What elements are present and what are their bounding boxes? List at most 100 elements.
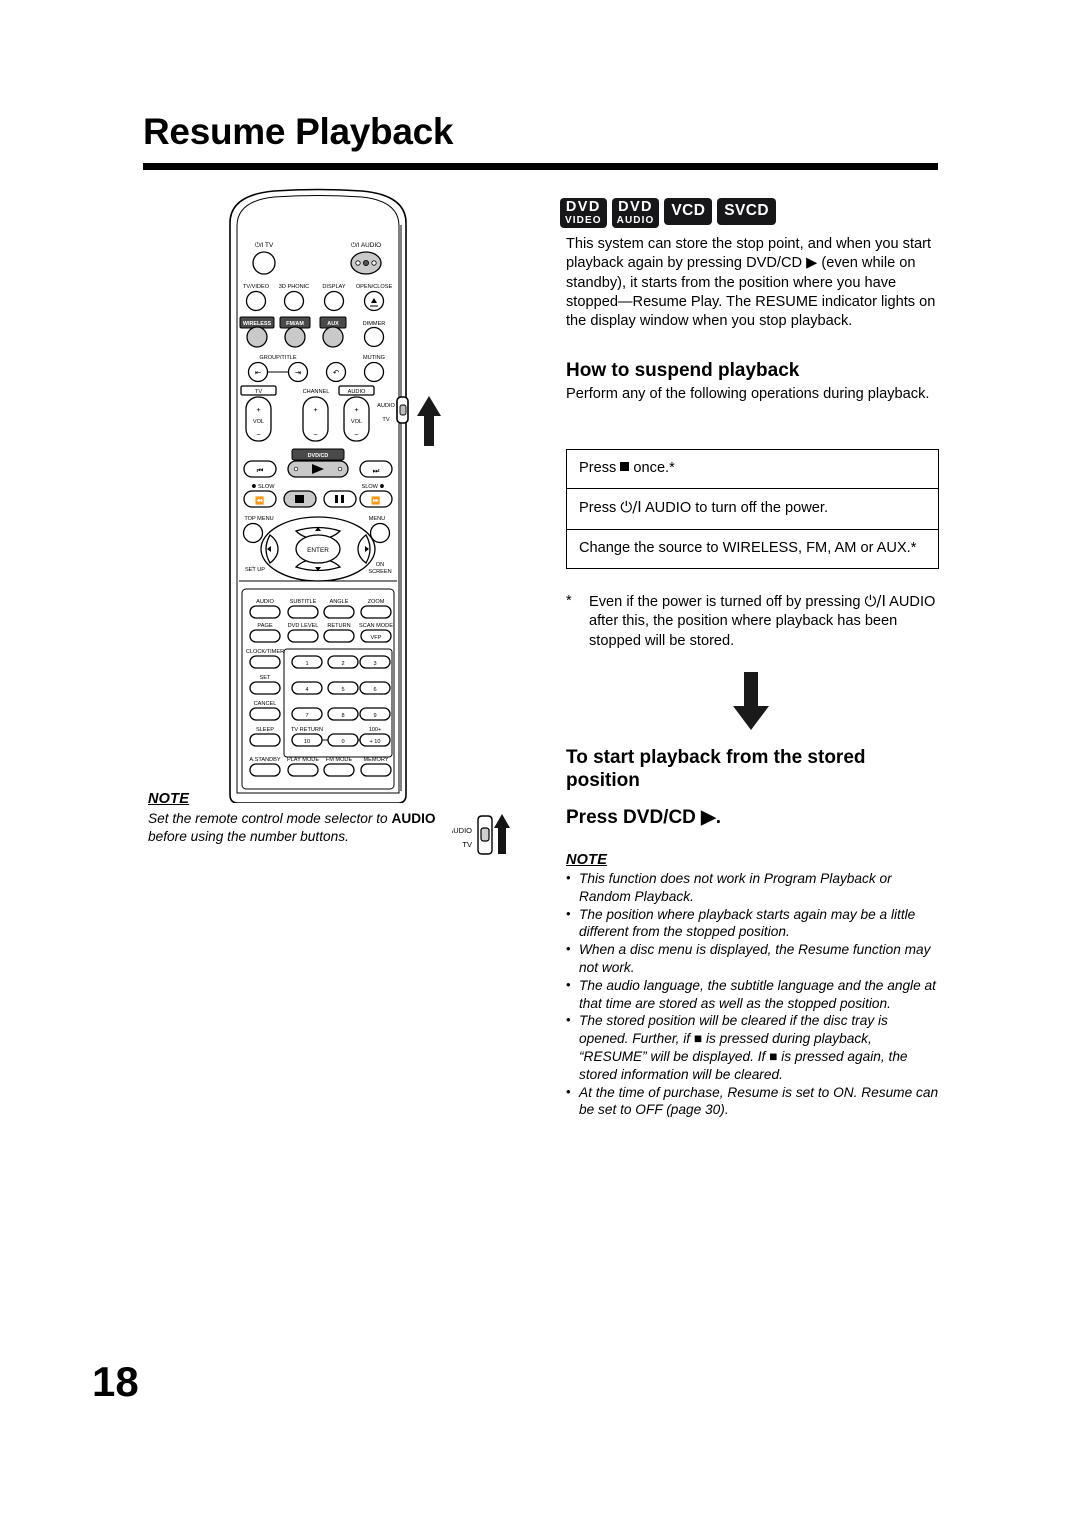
power-standby-icon: ⏻/I — [864, 592, 886, 610]
suspend-footnote: * Even if the power is turned off by pre… — [566, 592, 941, 651]
svg-text:10: 10 — [304, 739, 310, 745]
svg-text:ANGLE: ANGLE — [330, 599, 349, 605]
mode-switch-pointer-arrow — [414, 394, 444, 453]
list-item: This function does not work in Program P… — [566, 869, 941, 906]
table-row: Press once.* — [567, 450, 938, 490]
intro-paragraph: This system can store the stop point, an… — [566, 236, 936, 330]
svg-text:SLEEP: SLEEP — [256, 727, 274, 733]
flow-down-arrow — [729, 672, 773, 737]
svg-text:7: 7 — [305, 713, 308, 719]
svg-text:+: + — [354, 405, 358, 414]
remote-control-illustration: .bd { fill:#fff; stroke:#000; stroke-wid… — [208, 183, 448, 803]
svg-text:−: − — [256, 430, 260, 439]
svg-text:8: 8 — [341, 713, 344, 719]
svg-text:⏻/I AUDIO: ⏻/I AUDIO — [351, 242, 381, 249]
svg-text:3D PHONIC: 3D PHONIC — [279, 284, 309, 290]
svg-text:MEMORY: MEMORY — [363, 757, 388, 763]
mode-selector-tv-label: TV — [462, 840, 472, 849]
svg-text:⇤: ⇤ — [255, 368, 261, 377]
svg-text:OPEN/CLOSE: OPEN/CLOSE — [356, 284, 393, 290]
svg-text:⏮: ⏮ — [257, 466, 264, 475]
svg-text:2: 2 — [341, 661, 344, 667]
svg-text:⇥: ⇥ — [295, 368, 301, 377]
svg-text:SET: SET — [260, 675, 271, 681]
table-row: Press ⏻/I AUDIO to turn off the power. — [567, 489, 938, 530]
svg-text:AUDIO: AUDIO — [348, 389, 366, 395]
svg-text:ZOOM: ZOOM — [368, 599, 385, 605]
svg-text:9: 9 — [373, 713, 376, 719]
svg-text:FM/AM: FM/AM — [286, 321, 304, 327]
svg-text:DVD LEVEL: DVD LEVEL — [288, 623, 319, 629]
svg-text:CLOCK/TIMER: CLOCK/TIMER — [246, 649, 284, 655]
svg-text:PLAY MODE: PLAY MODE — [287, 757, 319, 763]
svg-text:⚈ SLOW: ⚈ SLOW — [251, 483, 275, 490]
svg-text:TV: TV — [255, 389, 262, 395]
svg-text:FM MODE: FM MODE — [326, 757, 353, 763]
svg-text:TOP MENU: TOP MENU — [244, 516, 273, 522]
stop-square-icon — [620, 462, 630, 471]
remote-mode-note: NOTE Set the remote control mode selecto… — [148, 791, 448, 847]
svg-text:+ 10: + 10 — [369, 739, 380, 745]
svg-text:SCREEN: SCREEN — [368, 569, 391, 575]
svg-text:⏩: ⏩ — [371, 496, 380, 505]
svg-text:ON: ON — [376, 562, 384, 568]
svg-text:ENTER: ENTER — [307, 547, 329, 554]
power-standby-icon: ⏻/I — [620, 498, 642, 517]
svg-text:5: 5 — [341, 687, 344, 693]
list-item: The position where playback starts again… — [566, 905, 941, 942]
svg-text:SET UP: SET UP — [245, 567, 265, 573]
start-note-block: NOTE This function does not work in Prog… — [566, 852, 941, 1119]
svg-text:VOL: VOL — [253, 419, 264, 425]
suspend-heading: How to suspend playback — [566, 360, 800, 381]
svg-text:−: − — [354, 430, 358, 439]
svg-text:A.STANDBY: A.STANDBY — [249, 757, 281, 763]
start-instruction: Press DVD/CD ▶. — [566, 807, 722, 828]
footnote-text: Even if the power is turned off by press… — [589, 592, 936, 649]
suspend-operations-table: Press once.* Press ⏻/I AUDIO to turn off… — [566, 449, 939, 569]
svg-text:MUTING: MUTING — [363, 355, 385, 361]
svg-text:⏻/I TV: ⏻/I TV — [255, 242, 274, 249]
list-item: The audio language, the subtitle languag… — [566, 976, 941, 1013]
manual-page: Resume Playback .bd { fill:#fff; stroke:… — [0, 0, 1080, 1528]
page-title: Resume Playback — [143, 111, 454, 152]
note-label: NOTE — [148, 791, 190, 807]
svg-text:WIRELESS: WIRELESS — [243, 321, 272, 327]
note-text: Set the remote control mode selector to … — [148, 811, 436, 845]
svg-text:4: 4 — [305, 687, 308, 693]
svg-text:−: − — [313, 430, 317, 439]
svg-text:SCAN MODE: SCAN MODE — [359, 623, 393, 629]
svg-text:+: + — [256, 405, 260, 414]
svg-text:VOL: VOL — [351, 419, 362, 425]
title-divider — [143, 163, 938, 170]
mode-selector-figure: AUDIO TV — [448, 806, 514, 864]
svg-text:CANCEL: CANCEL — [254, 701, 277, 707]
svg-text:AUX: AUX — [327, 321, 339, 327]
svg-text:TV/VIDEO: TV/VIDEO — [243, 284, 270, 290]
svg-text:⏪: ⏪ — [255, 496, 264, 505]
svg-text:0: 0 — [341, 739, 344, 745]
svg-text:RETURN: RETURN — [327, 623, 350, 629]
svcd-badge: SVCD — [717, 198, 776, 225]
svg-text:VFP: VFP — [371, 635, 382, 641]
svg-text:1: 1 — [305, 661, 308, 667]
svg-text:↶: ↶ — [333, 368, 339, 377]
svg-text:AUDIO: AUDIO — [377, 403, 395, 409]
mode-selector-audio-label: AUDIO — [452, 826, 472, 835]
svg-text:MENU: MENU — [369, 516, 385, 522]
note-list: This function does not work in Program P… — [566, 869, 941, 1120]
page-number: 18 — [92, 1358, 139, 1405]
svg-text:DISPLAY: DISPLAY — [322, 284, 345, 290]
svg-text:CHANNEL: CHANNEL — [303, 389, 330, 395]
svg-text:DVD/CD: DVD/CD — [308, 453, 329, 459]
disc-format-badges: DVD VIDEO DVD AUDIO VCD SVCD — [560, 198, 776, 228]
svg-text:DIMMER: DIMMER — [363, 321, 386, 327]
note-label: NOTE — [566, 852, 608, 868]
svg-text:SUBTITLE: SUBTITLE — [290, 599, 317, 605]
svg-text:⏭: ⏭ — [373, 466, 380, 475]
footnote-marker: * — [566, 593, 572, 609]
play-icon: ▶ — [701, 807, 716, 828]
list-item: At the time of purchase, Resume is set t… — [566, 1083, 941, 1120]
table-row: Change the source to WIRELESS, FM, AM or… — [579, 539, 917, 556]
list-item: When a disc menu is displayed, the Resum… — [566, 940, 941, 977]
svg-text:TV RETURN: TV RETURN — [291, 727, 323, 733]
